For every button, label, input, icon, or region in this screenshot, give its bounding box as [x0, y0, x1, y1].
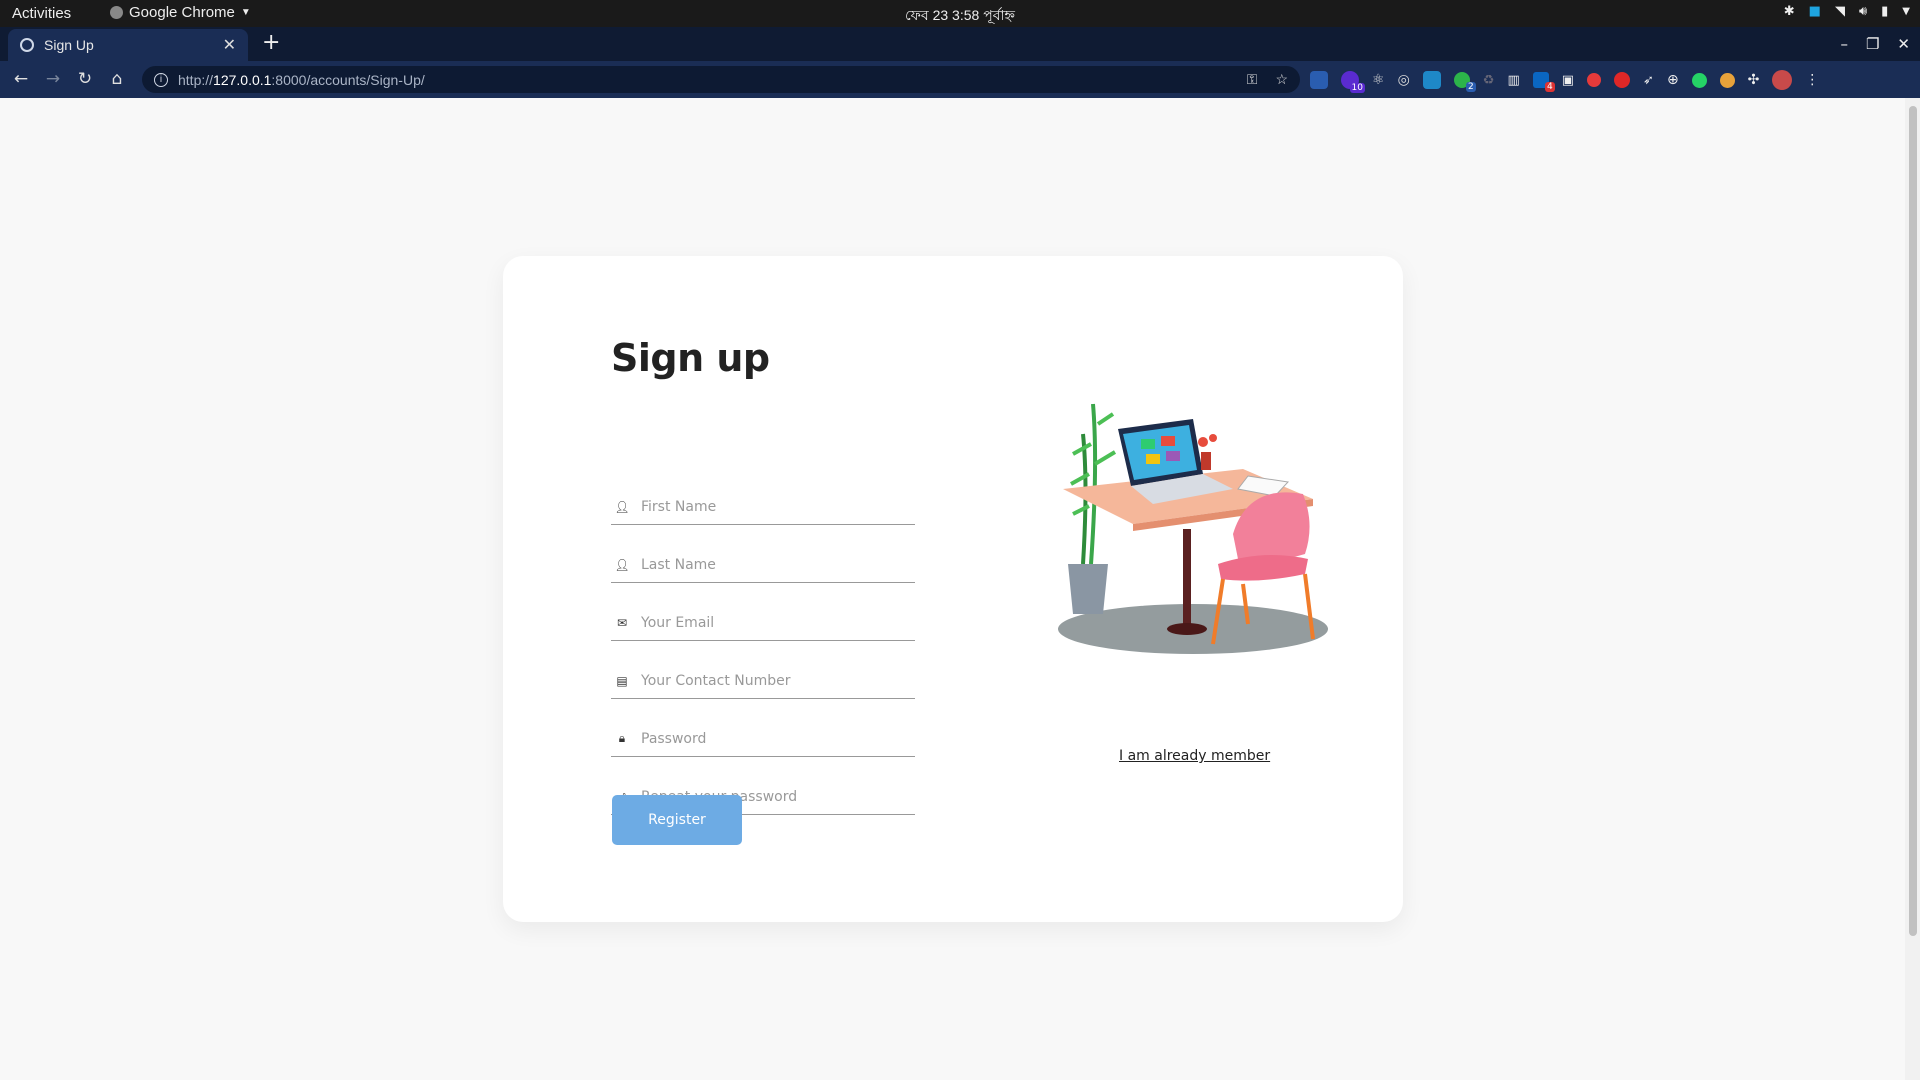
extension-badge-icon[interactable]: 10 — [1341, 71, 1365, 93]
extension-s2-icon[interactable] — [1422, 71, 1441, 89]
extension-s-icon[interactable] — [1310, 71, 1328, 89]
envelope-icon: ✉ — [616, 615, 628, 630]
address-bar[interactable]: i http:// 127.0.0.1 :8000/accounts/Sign-… — [142, 66, 1300, 93]
new-tab-button[interactable]: + — [262, 32, 280, 54]
password-input[interactable] — [641, 730, 901, 747]
kebab-menu-icon[interactable]: ⋮ — [1805, 72, 1819, 88]
navigation-buttons: ← → ↻ ⌂ — [12, 69, 126, 89]
wifi-icon[interactable]: ◥ — [1835, 4, 1845, 19]
browser-toolbar: ← → ↻ ⌂ i http:// 127.0.0.1 :8000/accoun… — [0, 61, 1920, 98]
restore-icon[interactable]: ❐ — [1866, 35, 1879, 53]
contact-field[interactable]: ▤ — [611, 663, 915, 699]
globe-ext-icon[interactable]: ⊕ — [1667, 72, 1679, 88]
url-host: 127.0.0.1 — [213, 71, 272, 88]
system-clock[interactable]: ফেব 23 3:58 পূর্বাহ্ন — [905, 4, 1015, 28]
cursor-icon[interactable]: ➶ — [1643, 73, 1654, 88]
battery-icon[interactable]: ▮ — [1881, 4, 1888, 19]
extension-orange-icon[interactable] — [1719, 72, 1735, 88]
globe-icon — [20, 38, 34, 52]
extension-badge-count: 2 — [1466, 82, 1476, 92]
extension-badge-count: 10 — [1349, 83, 1365, 93]
back-icon[interactable]: ← — [12, 69, 30, 89]
person-icon: 👤︎ — [614, 499, 630, 514]
extension-badge-count: 4 — [1545, 82, 1555, 92]
star-icon[interactable]: ☆ — [1275, 71, 1288, 88]
desk-illustration — [1058, 403, 1328, 654]
page-viewport: Sign up 👤︎ 👤︎ ✉ ▤ 🔒︎ 🔓︎ Register — [0, 98, 1905, 1080]
signup-card: Sign up 👤︎ 👤︎ ✉ ▤ 🔒︎ 🔓︎ Register — [503, 256, 1403, 922]
close-tab-icon[interactable]: ✕ — [223, 35, 236, 55]
scrollbar-thumb[interactable] — [1909, 106, 1917, 936]
react-devtools-icon[interactable]: ⚛ — [1372, 72, 1385, 88]
system-tray[interactable]: ✱ ■ ◥ 🔊︎ ▮ ▼ — [1784, 4, 1910, 19]
first-name-field[interactable]: 👤︎ — [611, 489, 915, 525]
already-member-link[interactable]: I am already member — [1119, 748, 1270, 764]
chrome-icon — [110, 6, 123, 19]
volume-icon[interactable]: 🔊︎ — [1859, 4, 1867, 19]
app-menu-label: Google Chrome — [129, 4, 235, 21]
person-icon: 👤︎ — [614, 557, 630, 572]
home-icon[interactable]: ⌂ — [108, 69, 126, 89]
omnibox-actions: ⚿ ☆ — [1247, 71, 1288, 88]
reload-icon[interactable]: ↻ — [76, 69, 94, 89]
email-field[interactable]: ✉ — [611, 605, 915, 641]
last-name-field[interactable]: 👤︎ — [611, 547, 915, 583]
contact-input[interactable] — [641, 672, 901, 689]
register-button[interactable]: Register — [612, 795, 742, 845]
forward-icon[interactable]: → — [44, 69, 62, 89]
caret-down-icon: ▼ — [240, 7, 251, 18]
window-controls: – ❐ ✕ — [1840, 35, 1910, 53]
contact-card-icon: ▤ — [616, 673, 628, 688]
profile-avatar[interactable] — [1772, 70, 1793, 90]
url-path: :8000/accounts/Sign-Up/ — [271, 71, 425, 88]
last-name-input[interactable] — [641, 556, 901, 573]
skype-icon[interactable]: ■ — [1809, 4, 1821, 19]
columns-icon[interactable]: ▥ — [1507, 73, 1519, 88]
extension-red-icon[interactable] — [1587, 73, 1602, 87]
screen-icon[interactable]: ▣ — [1562, 73, 1574, 88]
minimize-icon[interactable]: – — [1840, 35, 1848, 53]
email-input[interactable] — [641, 614, 901, 631]
tab-strip: Sign Up ✕ + – ❐ ✕ — [0, 27, 1920, 61]
lock-icon: 🔒︎ — [618, 731, 626, 745]
activities-button[interactable]: Activities — [12, 5, 71, 22]
key-icon[interactable]: ⚿ — [1247, 71, 1258, 88]
page-scrollbar[interactable] — [1905, 98, 1920, 1080]
url-scheme: http:// — [178, 71, 214, 88]
extension-green-icon[interactable]: 2 — [1453, 72, 1476, 92]
whatsapp-icon[interactable] — [1691, 72, 1707, 88]
extensions-area: 10 ⚛ ◎ 2 ♻ ▥ 4 ▣ ➶ ⊕ ✣ ⋮ — [1310, 70, 1819, 93]
adblock-icon[interactable] — [1614, 72, 1631, 88]
slack-icon[interactable]: ✱ — [1784, 4, 1795, 19]
puzzle-icon[interactable]: ✣ — [1748, 72, 1760, 88]
password-field[interactable]: 🔒︎ — [611, 721, 915, 757]
recycle-icon[interactable]: ♻ — [1483, 73, 1495, 88]
system-top-bar: Activities Google Chrome ▼ ফেব 23 3:58 প… — [0, 0, 1920, 27]
close-window-icon[interactable]: ✕ — [1897, 35, 1910, 53]
tab-title: Sign Up — [44, 37, 94, 53]
info-icon[interactable]: i — [154, 72, 168, 87]
target-icon[interactable]: ◎ — [1398, 72, 1410, 88]
linkedin-icon[interactable]: 4 — [1532, 72, 1555, 92]
tab-sign-up[interactable]: Sign Up ✕ — [8, 29, 248, 61]
tray-menu-icon[interactable]: ▼ — [1902, 6, 1910, 17]
page-title: Sign up — [611, 336, 770, 380]
app-menu[interactable]: Google Chrome ▼ — [110, 4, 251, 21]
first-name-input[interactable] — [641, 498, 901, 515]
